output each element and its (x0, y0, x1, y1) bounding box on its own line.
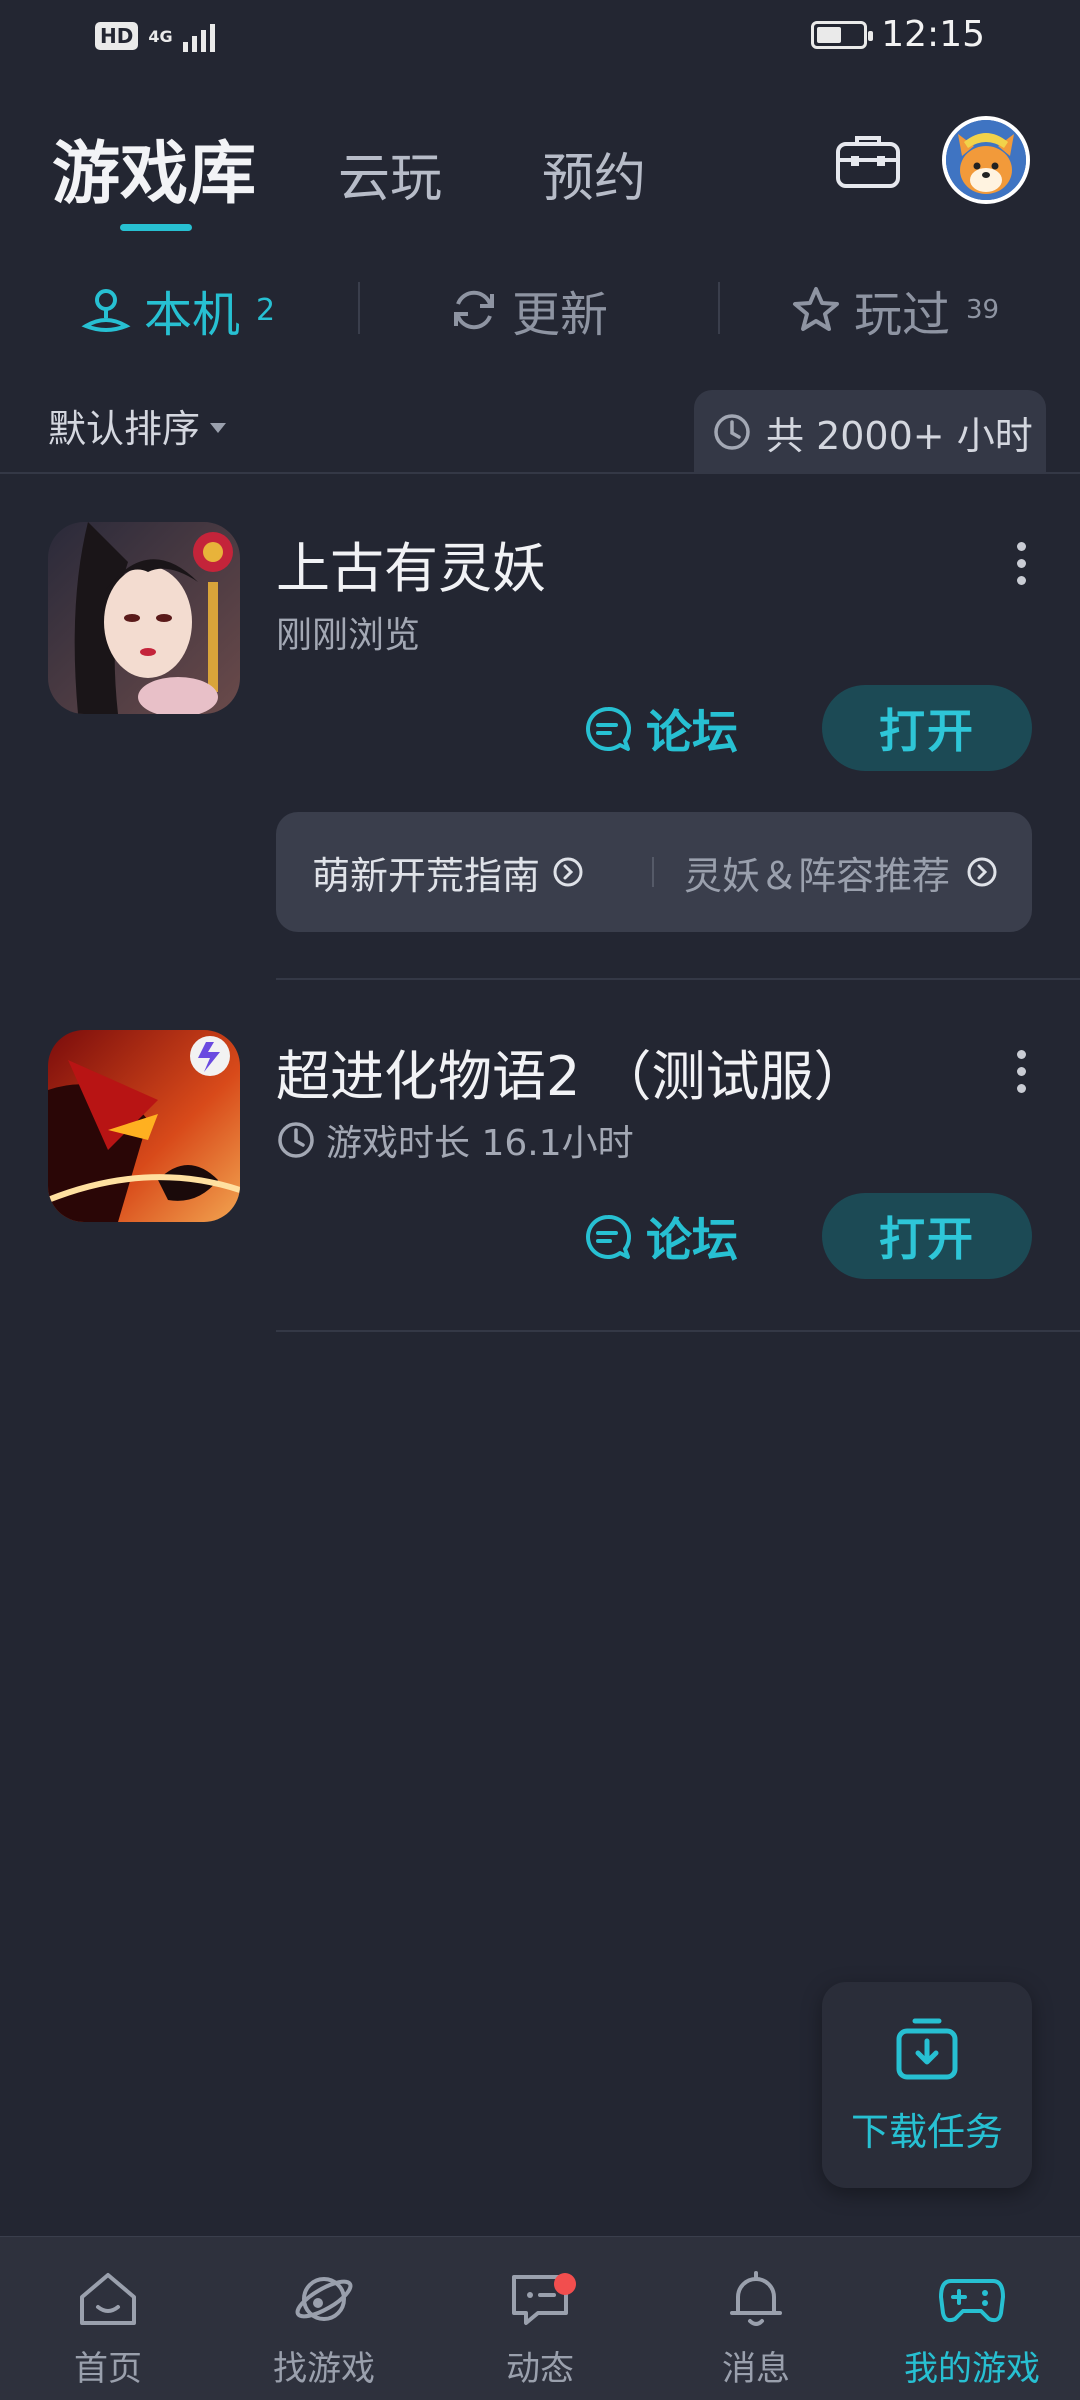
clock-icon (714, 414, 750, 450)
tab-cloud-play[interactable]: 云玩 (338, 136, 442, 217)
total-playtime-label: 共 2000+ 小时 (766, 413, 1033, 458)
status-right: 12:15 (811, 14, 985, 55)
nav-home[interactable]: 首页 (0, 2237, 216, 2400)
clock-icon (278, 1122, 314, 1158)
forum-button[interactable]: 论坛 (584, 1204, 738, 1270)
guide-link[interactable]: 萌新开荒指南 (276, 845, 584, 900)
nav-find-games[interactable]: 找游戏 (216, 2237, 432, 2400)
tab-reserve[interactable]: 预约 (542, 136, 646, 217)
subtab-played[interactable]: 玩过 39 (790, 270, 999, 350)
sort-dropdown[interactable]: 默认排序 (48, 398, 227, 453)
guide-link[interactable]: 灵妖＆阵容推荐 (654, 845, 950, 900)
status-bar: HD 4G 12:15 (0, 0, 1080, 80)
game-title[interactable]: 超进化物语2 （测试服） (276, 1032, 868, 1111)
subtab-played-count: 39 (966, 295, 1000, 325)
forum-label: 论坛 (646, 1213, 738, 1267)
subtab-local[interactable]: 本机 2 (80, 270, 275, 350)
star-icon (793, 287, 839, 331)
notification-dot (554, 2273, 576, 2295)
game-playtime: 游戏时长 16.1小时 (326, 1123, 634, 1164)
tab-game-library[interactable]: 游戏库 (52, 118, 256, 217)
battery-icon (811, 20, 874, 49)
subtab-played-label: 玩过 (854, 287, 951, 343)
nav-find-games-label: 找游戏 (273, 2349, 375, 2389)
subtab-local-label: 本机 (144, 287, 241, 343)
forum-icon (586, 1214, 631, 1259)
refresh-icon (454, 290, 494, 330)
nav-messages-label: 消息 (722, 2349, 790, 2389)
more-options-icon[interactable] (1014, 1050, 1028, 1093)
guide-label: 萌新开荒指南 (312, 853, 541, 898)
game-icon-shanggu[interactable] (48, 522, 240, 714)
subtab-updates-label: 更新 (512, 287, 609, 343)
guide-strip: 萌新开荒指南 灵妖＆阵容推荐 (276, 812, 1032, 932)
divider (0, 472, 1080, 474)
nav-my-games-label: 我的游戏 (904, 2349, 1040, 2389)
subtab-updates[interactable]: 更新 (448, 270, 608, 350)
guide-label: 灵妖＆阵容推荐 (684, 853, 951, 898)
toolbox-icon[interactable] (835, 132, 901, 190)
divider (276, 978, 1080, 980)
chevron-circle-icon (553, 857, 583, 887)
planet-icon (295, 2277, 353, 2321)
device-icon (81, 289, 131, 332)
subtab-divider (718, 282, 720, 334)
nav-home-label: 首页 (74, 2349, 142, 2389)
active-tab-indicator (120, 224, 192, 231)
nav-feed-label: 动态 (506, 2349, 574, 2389)
hd-badge: HD (95, 22, 139, 50)
network-type: 4G (148, 26, 173, 46)
home-icon (80, 2273, 136, 2325)
bottom-nav: 首页 找游戏 动态 消息 我的游戏 (0, 2236, 1080, 2400)
forum-button[interactable]: 论坛 (584, 696, 738, 762)
game-icon-chaojinhua[interactable] (48, 1030, 240, 1222)
download-tasks-button[interactable]: 下载任务 (822, 1982, 1032, 2188)
subtab-divider (358, 282, 360, 334)
game-last-viewed: 刚刚浏览 (276, 615, 421, 656)
status-left: HD 4G (95, 20, 215, 52)
download-tasks-label: 下载任务 (850, 2109, 1003, 2154)
open-game-button[interactable]: 打开 (822, 1193, 1032, 1279)
nav-feed[interactable]: 动态 (432, 2237, 648, 2400)
subtab-local-count: 2 (256, 292, 276, 328)
gamepad-icon (939, 2279, 1005, 2323)
bell-icon (730, 2271, 782, 2326)
forum-icon (586, 706, 631, 751)
total-playtime-chip: 共 2000+ 小时 (694, 390, 1046, 474)
nav-messages[interactable]: 消息 (648, 2237, 864, 2400)
top-tabs: 游戏库 云玩 预约 (52, 118, 746, 217)
game-subtitle: 游戏时长 16.1小时 (276, 1114, 634, 1166)
forum-label: 论坛 (646, 705, 738, 759)
signal-icon (182, 20, 215, 52)
game-title[interactable]: 上古有灵妖 (276, 524, 546, 603)
nav-my-games[interactable]: 我的游戏 (864, 2237, 1080, 2400)
user-avatar[interactable] (942, 116, 1030, 204)
game-subtitle: 刚刚浏览 (276, 606, 420, 658)
open-game-button[interactable]: 打开 (822, 685, 1032, 771)
divider (276, 1330, 1080, 1332)
sort-label: 默认排序 (48, 407, 201, 451)
caret-down-icon (210, 422, 227, 433)
download-tray-icon (896, 2018, 958, 2079)
status-time: 12:15 (881, 14, 985, 55)
more-options-icon[interactable] (1014, 542, 1028, 585)
sub-tabs: 本机 2 更新 玩过 39 (0, 270, 1080, 350)
chevron-circle-icon[interactable] (966, 856, 998, 888)
